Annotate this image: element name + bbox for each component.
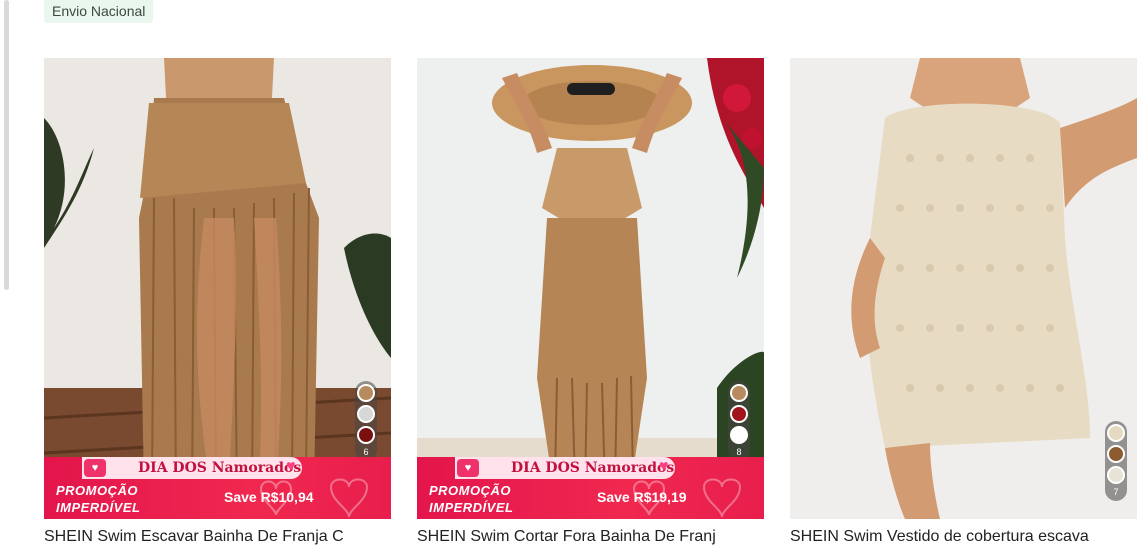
color-swatch[interactable] <box>357 405 375 423</box>
product-card[interactable]: 7 SHEIN Swim Vestido de cobertura escava <box>790 58 1137 545</box>
product-title[interactable]: SHEIN Swim Cortar Fora Bainha De Franj <box>417 528 764 546</box>
product-title[interactable]: SHEIN Swim Escavar Bainha De Franja C <box>44 528 391 546</box>
heart-icon: ♥ <box>286 458 296 475</box>
product-title[interactable]: SHEIN Swim Vestido de cobertura escava <box>790 528 1137 546</box>
save-amount: Save R$10,94 <box>224 489 314 505</box>
promo-banner: DIA DOS Namorados ♥ ♥ PROMOÇÃO IMPERDÍVE… <box>417 457 764 519</box>
promo-label: PROMOÇÃO IMPERDÍVEL <box>56 483 141 515</box>
shipping-tag: Envio Nacional <box>44 0 154 23</box>
promo-banner: DIA DOS Namorados ♥ ♥ PROMOÇÃO IMPERDÍVE… <box>44 457 391 519</box>
color-swatch[interactable] <box>357 384 375 402</box>
product-card[interactable]: 8 DIA DOS Namorados ♥ ♥ PROMOÇÃO IMPERDÍ… <box>417 58 764 545</box>
color-swatch[interactable] <box>357 426 375 444</box>
color-swatch[interactable] <box>1107 466 1125 484</box>
product-photo-2 <box>417 58 764 519</box>
color-swatches[interactable]: 7 <box>1105 421 1127 501</box>
promo-label: PROMOÇÃO IMPERDÍVEL <box>429 483 514 515</box>
product-image[interactable]: 8 DIA DOS Namorados ♥ ♥ PROMOÇÃO IMPERDÍ… <box>417 58 764 519</box>
swatch-count: 7 <box>1113 487 1119 497</box>
product-photo-3 <box>790 58 1137 519</box>
product-image[interactable]: 7 <box>790 58 1137 519</box>
gift-icon: ♥ <box>84 459 106 477</box>
save-amount: Save R$19,19 <box>597 489 687 505</box>
heart-icon: ♥ <box>659 458 669 475</box>
page-scrollbar[interactable] <box>4 0 9 290</box>
promo-title: DIA DOS Namorados <box>455 457 675 479</box>
color-swatches[interactable]: 6 <box>355 381 377 461</box>
gift-icon: ♥ <box>457 459 479 477</box>
product-card[interactable]: 6 DIA DOS Namorados ♥ ♥ PROMOÇÃO IMPERDÍ… <box>44 58 391 545</box>
product-image[interactable]: 6 DIA DOS Namorados ♥ ♥ PROMOÇÃO IMPERDÍ… <box>44 58 391 519</box>
color-swatches[interactable]: 8 <box>728 381 750 461</box>
promo-title: DIA DOS Namorados <box>82 457 302 479</box>
color-swatch[interactable] <box>1107 445 1125 463</box>
color-swatch[interactable] <box>730 426 748 444</box>
color-swatch[interactable] <box>730 384 748 402</box>
color-swatch[interactable] <box>730 405 748 423</box>
product-photo-1 <box>44 58 391 519</box>
color-swatch[interactable] <box>1107 424 1125 442</box>
